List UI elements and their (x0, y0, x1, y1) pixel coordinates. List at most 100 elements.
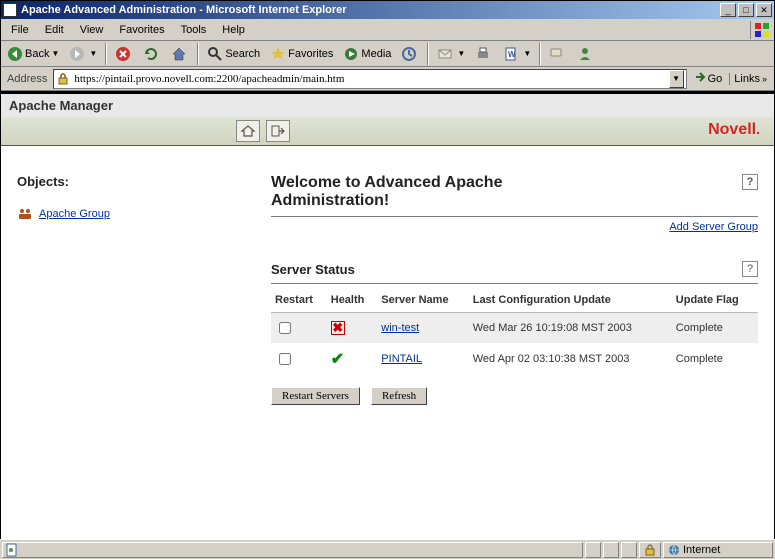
group-icon (17, 207, 33, 221)
exit-button[interactable] (266, 120, 290, 142)
col-last-update: Last Configuration Update (469, 288, 672, 313)
status-help-button[interactable]: ? (742, 261, 758, 277)
messenger-button[interactable] (573, 44, 599, 64)
refresh-servers-button[interactable]: Refresh (371, 387, 427, 405)
ie-app-icon (3, 3, 17, 17)
welcome-help-button[interactable]: ? (742, 174, 758, 190)
navigation-toolbar: Back ▼ ▼ Search Favorites Media ▼ W▼ (1, 41, 774, 67)
server-link[interactable]: win-test (381, 322, 419, 334)
main-panel: Welcome to Advanced Apache Administratio… (251, 174, 774, 405)
window-close-button[interactable]: ✕ (756, 3, 772, 17)
app-toolbar: Novell. (1, 117, 774, 145)
mail-icon (437, 46, 453, 62)
search-button[interactable]: Search (203, 44, 264, 64)
last-update-cell: Wed Apr 02 03:10:38 MST 2003 (469, 343, 672, 375)
menu-help[interactable]: Help (214, 22, 253, 38)
divider (271, 283, 758, 284)
svg-text:W: W (508, 50, 516, 59)
address-bar: Address ▼ Go Links » (1, 67, 774, 91)
tree-item-label[interactable]: Apache Group (39, 208, 110, 220)
back-dropdown-icon[interactable]: ▼ (51, 49, 59, 58)
lock-icon (644, 544, 656, 556)
history-icon (401, 46, 417, 62)
messenger-icon (577, 46, 593, 62)
server-status-heading: Server Status (271, 262, 355, 277)
search-icon (207, 46, 223, 62)
server-status-table: Restart Health Server Name Last Configur… (271, 288, 758, 375)
mail-button[interactable]: ▼ (433, 44, 469, 64)
media-label: Media (361, 48, 391, 60)
favorites-icon (270, 46, 286, 62)
menu-tools[interactable]: Tools (173, 22, 215, 38)
lock-icon (56, 72, 70, 86)
menu-file[interactable]: File (3, 22, 37, 38)
menu-bar: File Edit View Favorites Tools Help (1, 19, 774, 41)
mail-dropdown-icon[interactable]: ▼ (457, 49, 465, 58)
links-toolbar[interactable]: Links » (729, 73, 771, 85)
refresh-button[interactable] (139, 44, 165, 64)
edit-dropdown-icon[interactable]: ▼ (523, 49, 531, 58)
edit-doc-icon: W (503, 46, 519, 62)
menu-favorites[interactable]: Favorites (111, 22, 172, 38)
update-flag-cell: Complete (672, 313, 758, 344)
menu-edit[interactable]: Edit (37, 22, 72, 38)
back-button[interactable]: Back ▼ (3, 44, 63, 64)
history-button[interactable] (397, 44, 423, 64)
objects-heading: Objects: (17, 174, 243, 189)
col-health: Health (327, 288, 378, 313)
go-label: Go (708, 73, 723, 85)
print-icon (475, 46, 491, 62)
col-server-name: Server Name (377, 288, 468, 313)
col-update-flag: Update Flag (672, 288, 758, 313)
links-label: Links (734, 73, 760, 85)
status-bar: Internet (0, 539, 775, 559)
window-maximize-button[interactable]: □ (738, 3, 754, 17)
update-flag-cell: Complete (672, 343, 758, 375)
internet-zone-icon (668, 544, 680, 556)
favorites-label: Favorites (288, 48, 333, 60)
forward-dropdown-icon[interactable]: ▼ (89, 49, 97, 58)
window-titlebar: Apache Advanced Administration - Microso… (1, 1, 774, 19)
page-title: Apache Manager (1, 94, 774, 117)
status-message-pane (2, 542, 583, 558)
go-icon (694, 70, 708, 87)
window-minimize-button[interactable]: _ (720, 3, 736, 17)
home-page-button[interactable] (236, 120, 260, 142)
print-button[interactable] (471, 44, 497, 64)
address-input-wrap[interactable]: ▼ (53, 69, 686, 89)
media-button[interactable]: Media (339, 44, 395, 64)
exit-icon (270, 124, 286, 138)
table-row: ✔ PINTAIL Wed Apr 02 03:10:38 MST 2003 C… (271, 343, 758, 375)
edit-button[interactable]: W▼ (499, 44, 535, 64)
zone-label: Internet (683, 544, 720, 556)
status-pane (603, 542, 619, 558)
app-header: Apache Manager Novell. (1, 91, 774, 146)
status-zone-pane: Internet (663, 542, 773, 558)
restart-checkbox[interactable] (279, 353, 291, 365)
media-icon (343, 46, 359, 62)
tree-item-apache-group[interactable]: Apache Group (17, 207, 243, 221)
server-link[interactable]: PINTAIL (381, 353, 422, 365)
address-label: Address (4, 73, 50, 85)
favorites-button[interactable]: Favorites (266, 44, 337, 64)
forward-icon (69, 46, 85, 62)
go-button[interactable]: Go (690, 68, 727, 89)
search-label: Search (225, 48, 260, 60)
add-server-group-link[interactable]: Add Server Group (669, 221, 758, 233)
address-input[interactable] (72, 72, 668, 86)
discuss-icon (549, 46, 565, 62)
window-title: Apache Advanced Administration - Microso… (21, 4, 718, 16)
left-panel: Objects: Apache Group (1, 174, 251, 405)
menu-view[interactable]: View (72, 22, 112, 38)
stop-icon (115, 46, 131, 62)
home-button[interactable] (167, 44, 193, 64)
browser-viewport: Apache Manager Novell. Objects: Apache G… (1, 91, 774, 538)
health-bad-icon: ✖ (331, 321, 345, 335)
stop-button[interactable] (111, 44, 137, 64)
discuss-button[interactable] (545, 44, 571, 64)
forward-button[interactable]: ▼ (65, 44, 101, 64)
restart-checkbox[interactable] (279, 322, 291, 334)
divider (271, 216, 758, 217)
address-dropdown-button[interactable]: ▼ (669, 70, 684, 88)
restart-servers-button[interactable]: Restart Servers (271, 387, 360, 405)
